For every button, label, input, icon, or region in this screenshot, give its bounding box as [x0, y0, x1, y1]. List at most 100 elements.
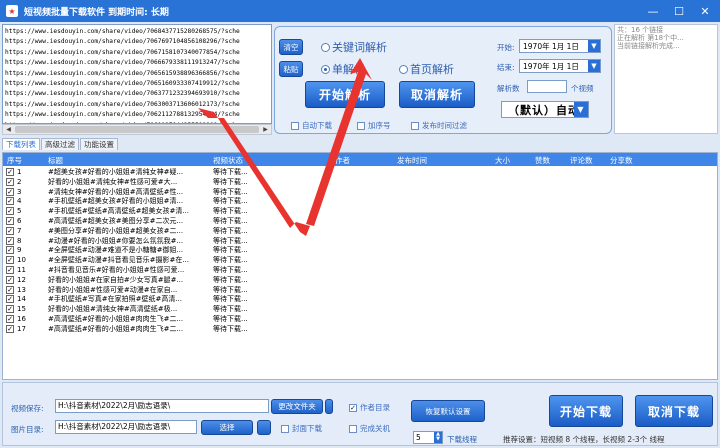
- table-row[interactable]: ✓ 15 好看的小姐姐#清纯女神#高清壁纸#极... 等待下载...: [3, 305, 717, 314]
- row-status: 等待下载...: [213, 187, 248, 196]
- tab-advanced-filter[interactable]: 高级过滤: [41, 138, 79, 150]
- row-checkbox[interactable]: ✓: [6, 295, 14, 304]
- table-row[interactable]: ✓ 1 #超美女孩#好看的小姐姐#清纯女神#疑... 等待下载...: [3, 168, 717, 177]
- cancel-parse-button[interactable]: 取消解析: [399, 81, 475, 108]
- row-number: 2: [17, 177, 22, 186]
- table-row[interactable]: ✓ 16 #高清壁纸#好看的小姐姐#肉肉生飞#二... 等待下载...: [3, 315, 717, 324]
- auto-download-checkbox[interactable]: 自动下载: [291, 120, 332, 131]
- start-download-button[interactable]: 开始下载: [549, 395, 623, 427]
- url-line: https://www.iesdouyin.com/share/video/70…: [5, 90, 240, 98]
- chevron-down-icon[interactable]: ▼: [588, 60, 600, 72]
- shutdown-checkbox[interactable]: 完成关机: [349, 423, 390, 434]
- table-row[interactable]: ✓ 14 #手机壁纸#写真#在家拍照#壁纸#高清... 等待下载...: [3, 295, 717, 304]
- column-header[interactable]: 发布时间: [397, 155, 427, 166]
- start-parse-button[interactable]: 开始解析: [305, 81, 385, 108]
- table-row[interactable]: ✓ 7 #美图分享#好看的小姐姐#超美女孩#二... 等待下载...: [3, 226, 717, 236]
- change-folder-button[interactable]: 更改文件夹: [271, 399, 323, 414]
- table-row[interactable]: ✓ 10 #全屏壁纸#动漫#抖音看见音乐#摄影#在... 等待下载...: [3, 256, 717, 265]
- table-row[interactable]: ✓ 8 #动漫#好看的小姐姐#你要怎么氛氛我#... 等待下载...: [3, 236, 717, 246]
- column-header[interactable]: 评论数: [570, 155, 593, 166]
- row-checkbox[interactable]: ✓: [6, 197, 14, 206]
- column-header[interactable]: 序号: [7, 155, 22, 166]
- spinner-arrows-icon[interactable]: ▲ ▼: [434, 432, 442, 443]
- row-checkbox[interactable]: ✓: [6, 305, 14, 314]
- row-checkbox[interactable]: ✓: [6, 285, 14, 294]
- table-row[interactable]: ✓ 3 #清纯女神#好看的小姐姐#高清壁纸#性... 等待下载...: [3, 187, 717, 197]
- publish-filter-checkbox[interactable]: 发布时间过滤: [411, 120, 467, 131]
- row-checkbox[interactable]: ✓: [6, 168, 14, 176]
- table-row[interactable]: ✓ 4 #手机壁纸#超美女孩#好看的小姐姐#清... 等待下载...: [3, 197, 717, 206]
- row-title: 好看的小姐姐#清纯女神#高清壁纸#极...: [48, 305, 178, 314]
- row-checkbox[interactable]: ✓: [6, 207, 14, 216]
- scrollbar-thumb[interactable]: [15, 126, 259, 133]
- url-input-textarea[interactable]: https://www.iesdouyin.com/share/video/70…: [2, 24, 272, 124]
- table-row[interactable]: ✓ 2 好看的小姐姐#清纯女神#性感可爱#大... 等待下载...: [3, 177, 717, 187]
- row-checkbox[interactable]: ✓: [6, 246, 14, 255]
- column-header[interactable]: 标题: [48, 155, 63, 166]
- scroll-right-icon[interactable]: ▶: [260, 125, 271, 134]
- save-path-input[interactable]: H:\抖音素材\2022\2月\励志语录\: [55, 399, 269, 413]
- download-settings-panel: 视频保存: H:\抖音素材\2022\2月\励志语录\ 更改文件夹 ✓ 作者目录…: [2, 382, 718, 446]
- row-checkbox[interactable]: ✓: [6, 266, 14, 274]
- mode-select[interactable]: （默认）自动 ▼: [501, 101, 589, 118]
- chevron-down-icon[interactable]: ▼: [574, 102, 588, 117]
- row-checkbox[interactable]: ✓: [6, 324, 14, 333]
- checkmark-icon: ✓: [349, 403, 357, 412]
- radio-on-icon: [321, 64, 330, 74]
- tab-settings[interactable]: 功能设置: [80, 138, 118, 150]
- column-header[interactable]: 视频状态: [213, 155, 243, 166]
- row-checkbox[interactable]: ✓: [6, 177, 14, 186]
- tab-bar: 下载列表 高级过滤 功能设置: [2, 138, 119, 150]
- table-row[interactable]: ✓ 12 好看的小姐姐#在家自拍#少女写真#腿#... 等待下载...: [3, 275, 717, 285]
- parse-count-input[interactable]: [527, 80, 567, 93]
- row-checkbox[interactable]: ✓: [6, 315, 14, 323]
- maximize-button[interactable]: ☐: [666, 2, 692, 20]
- row-checkbox[interactable]: ✓: [6, 226, 14, 235]
- single-parse-radio[interactable]: 单解析: [321, 61, 365, 77]
- thread-count-spinner[interactable]: 5 ▲ ▼: [413, 431, 443, 444]
- table-row[interactable]: ✓ 5 #手机壁纸#壁纸#高清壁纸#超美女孩#清... 等待下载...: [3, 207, 717, 216]
- keyword-parse-radio[interactable]: 关键词解析: [321, 39, 387, 55]
- row-checkbox[interactable]: ✓: [6, 187, 14, 196]
- row-checkbox[interactable]: ✓: [6, 236, 14, 245]
- image-dir-input[interactable]: H:\抖音素材\2022\2月\励志语录\: [55, 420, 197, 434]
- minimize-button[interactable]: —: [640, 2, 666, 20]
- row-status: 等待下载...: [213, 305, 248, 314]
- select-folder-button[interactable]: 选择: [201, 420, 253, 435]
- author-dir-label: 作者目录: [360, 403, 390, 412]
- url-horizontal-scrollbar[interactable]: ◀ ▶: [2, 124, 272, 135]
- table-row[interactable]: ✓ 13 好看的小姐姐#性感可爱#动漫#在家自... 等待下载...: [3, 285, 717, 295]
- restore-defaults-button[interactable]: 恢复默认设置: [411, 400, 485, 422]
- table-row[interactable]: ✓ 11 #抖音看见音乐#好看的小姐姐#性感可爱... 等待下载...: [3, 266, 717, 275]
- open-image-folder-button[interactable]: [257, 420, 271, 435]
- row-status: 等待下载...: [213, 266, 248, 274]
- close-button[interactable]: ✕: [692, 2, 718, 20]
- paste-button[interactable]: 粘贴: [279, 61, 303, 77]
- add-number-checkbox[interactable]: 加序号: [357, 120, 391, 131]
- row-checkbox[interactable]: ✓: [6, 256, 14, 265]
- column-header[interactable]: 作者: [335, 155, 350, 166]
- column-header[interactable]: 大小: [495, 155, 510, 166]
- table-row[interactable]: ✓ 17 #高清壁纸#好看的小姐姐#肉肉生飞#二... 等待下载...: [3, 324, 717, 334]
- chevron-down-icon[interactable]: ▼: [588, 40, 600, 52]
- open-folder-button[interactable]: [325, 399, 333, 414]
- clear-button[interactable]: 清空: [279, 39, 303, 55]
- row-checkbox[interactable]: ✓: [6, 217, 14, 225]
- row-checkbox[interactable]: ✓: [6, 275, 14, 284]
- row-number: 10: [17, 256, 26, 265]
- column-header[interactable]: 分享数: [610, 155, 633, 166]
- tab-download-list[interactable]: 下载列表: [2, 138, 40, 150]
- column-header[interactable]: 赞数: [535, 155, 550, 166]
- publish-filter-label: 发布时间过滤: [422, 121, 467, 130]
- cover-download-checkbox[interactable]: 封面下载: [281, 423, 322, 434]
- end-date-picker[interactable]: 1970年 1月 1日 ▼: [519, 59, 601, 73]
- row-title: #全屏壁纸#动漫#难道不是小糖糖#御姐...: [48, 246, 184, 255]
- scroll-left-icon[interactable]: ◀: [3, 125, 14, 134]
- table-row[interactable]: ✓ 9 #全屏壁纸#动漫#难道不是小糖糖#御姐... 等待下载...: [3, 246, 717, 255]
- row-title: #手机壁纸#写真#在家拍照#壁纸#高清...: [48, 295, 183, 304]
- home-parse-radio[interactable]: 首页解析: [399, 61, 454, 77]
- cancel-download-button[interactable]: 取消下载: [635, 395, 713, 427]
- author-dir-checkbox[interactable]: ✓ 作者目录: [349, 402, 390, 413]
- table-row[interactable]: ✓ 6 #高清壁纸#超美女孩#美图分享#二次元... 等待下载...: [3, 217, 717, 226]
- start-date-picker[interactable]: 1970年 1月 1日 ▼: [519, 39, 601, 53]
